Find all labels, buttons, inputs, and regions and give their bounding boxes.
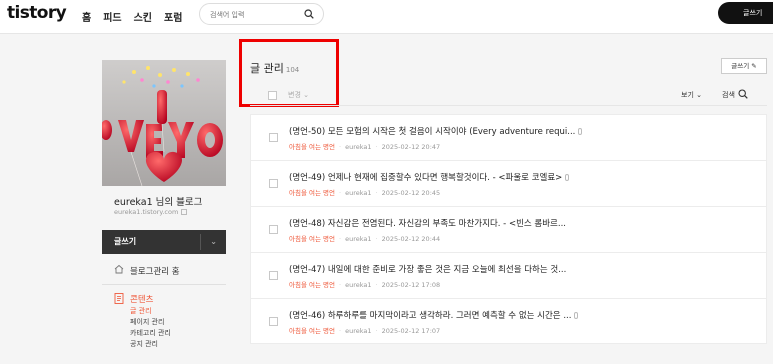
post-date: 2025-02-12 20:47	[381, 143, 441, 151]
view-dropdown[interactable]: 보기 ⌄	[681, 90, 702, 100]
list-item: (명언-48) 자신감은 전염된다. 자신감의 부족도 마찬가지다. - <빈스…	[250, 206, 767, 252]
nav-feed[interactable]: 피드	[103, 9, 121, 24]
change-dropdown[interactable]: 변경 ⌄	[288, 90, 309, 100]
post-title-text[interactable]: (명언-50) 모든 모험의 시작은 첫 걸음이 시작이야 (Every adv…	[289, 127, 575, 137]
search-toggle[interactable]: 검색	[722, 90, 735, 100]
post-date: 2025-02-12 17:08	[381, 281, 441, 289]
write-button[interactable]: 글쓰기 ✎	[721, 58, 767, 74]
post-author: eureka1	[345, 281, 372, 289]
chevron-down-icon[interactable]: ⌄	[210, 230, 217, 254]
view-label: 보기	[681, 91, 694, 99]
sidebar-write-label: 글쓰기	[114, 237, 137, 246]
blog-url-text[interactable]: eureka1.tistory.com	[114, 208, 178, 216]
write-post-button[interactable]: 글쓰기	[718, 2, 773, 24]
nav-home[interactable]: 홈	[82, 9, 91, 24]
change-label: 변경	[288, 91, 301, 99]
post-author: eureka1	[345, 235, 372, 243]
post-list: (명언-50) 모든 모험의 시작은 첫 걸음이 시작이야 (Every adv…	[250, 114, 767, 344]
post-category[interactable]: 아침을 여는 명언	[289, 143, 335, 151]
post-title[interactable]: (명언-50) 모든 모험의 시작은 첫 걸음이 시작이야 (Every adv…	[289, 125, 583, 137]
sidebar-item-label: 콘텐츠	[130, 295, 154, 305]
post-meta: 아침을 여는 명언 · eureka1 · 2025-02-12 20:47	[289, 143, 441, 151]
top-nav: 홈 피드 스킨 포럼	[82, 9, 182, 24]
document-icon	[114, 293, 124, 304]
write-button-label: 글쓰기	[731, 62, 750, 70]
attachment-icon	[565, 174, 570, 181]
post-meta: 아침을 여는 명언 · eureka1 · 2025-02-12 20:45	[289, 189, 441, 197]
post-author: eureka1	[345, 143, 372, 151]
top-bar: tistory 홈 피드 스킨 포럼 글쓰기	[0, 0, 773, 34]
divider	[200, 234, 201, 250]
chevron-down-icon: ⌄	[303, 91, 309, 99]
blog-name[interactable]: eureka1 님의 블로그	[114, 194, 202, 208]
post-date: 2025-02-12 20:45	[381, 189, 441, 197]
post-title[interactable]: (명언-48) 자신감은 전염된다. 자신감의 부족도 마찬가지다. - <빈스…	[289, 217, 566, 229]
post-title[interactable]: (명언-49) 언제나 현재에 집중할수 있다면 행복할것이다. - <파울로 …	[289, 171, 570, 183]
blog-url[interactable]: eureka1.tistory.com	[114, 208, 188, 216]
list-item: (명언-47) 내일에 대한 준비로 가장 좋은 것은 지금 오늘에 최선을 다…	[250, 252, 767, 298]
post-title-text[interactable]: (명언-49) 언제나 현재에 집중할수 있다면 행복할것이다. - <파울로 …	[289, 173, 562, 183]
sidebar-subitem-notice-manage[interactable]: 공지 관리	[102, 339, 226, 350]
post-checkbox[interactable]	[269, 317, 278, 326]
post-category[interactable]: 아침을 여는 명언	[289, 189, 335, 197]
nav-skin[interactable]: 스킨	[134, 9, 152, 24]
attachment-icon	[578, 128, 583, 135]
post-checkbox[interactable]	[269, 179, 278, 188]
sidebar-subitem-page-manage[interactable]: 페이지 관리	[102, 317, 226, 328]
external-link-icon[interactable]	[181, 209, 188, 215]
list-item: (명언-50) 모든 모험의 시작은 첫 걸음이 시작이야 (Every adv…	[250, 114, 767, 160]
profile-image	[102, 60, 226, 186]
post-author: eureka1	[345, 327, 372, 335]
post-category[interactable]: 아침을 여는 명언	[289, 235, 335, 243]
post-date: 2025-02-12 20:44	[381, 235, 441, 243]
post-date: 2025-02-12 17:07	[381, 327, 441, 335]
list-toolbar: 변경 ⌄ 보기 ⌄ 검색	[250, 84, 767, 106]
chevron-down-icon: ⌄	[696, 91, 702, 99]
post-title-text[interactable]: (명언-46) 하루하루를 마지막이라고 생각하라. 그러면 예측할 수 없는 …	[289, 311, 571, 321]
post-category[interactable]: 아침을 여는 명언	[289, 281, 335, 289]
post-title[interactable]: (명언-47) 내일에 대한 준비로 가장 좋은 것은 지금 오늘에 최선을 다…	[289, 263, 566, 275]
post-title-text[interactable]: (명언-47) 내일에 대한 준비로 가장 좋은 것은 지금 오늘에 최선을 다…	[289, 265, 566, 275]
sidebar-subitem-post-manage[interactable]: 글 관리	[102, 306, 226, 317]
tistory-logo[interactable]: tistory	[7, 3, 67, 23]
post-author: eureka1	[345, 189, 372, 197]
sidebar-item-contents[interactable]: 콘텐츠	[102, 290, 226, 306]
home-icon	[114, 264, 124, 274]
attachment-icon	[574, 312, 579, 319]
post-meta: 아침을 여는 명언 · eureka1 · 2025-02-12 17:08	[289, 281, 441, 289]
post-meta: 아침을 여는 명언 · eureka1 · 2025-02-12 17:07	[289, 327, 441, 335]
search-box	[199, 3, 324, 25]
pencil-icon: ✎	[751, 62, 757, 70]
post-title-text[interactable]: (명언-48) 자신감은 전염된다. 자신감의 부족도 마찬가지다. - <빈스…	[289, 219, 566, 229]
list-item: (명언-46) 하루하루를 마지막이라고 생각하라. 그러면 예측할 수 없는 …	[250, 298, 767, 344]
search-icon[interactable]	[304, 9, 314, 19]
post-meta: 아침을 여는 명언 · eureka1 · 2025-02-12 20:44	[289, 235, 441, 243]
post-checkbox[interactable]	[269, 225, 278, 234]
select-all-checkbox[interactable]	[268, 91, 277, 100]
sidebar-write-button[interactable]: 글쓰기 ⌄	[102, 230, 226, 254]
nav-forum[interactable]: 포럼	[164, 9, 182, 24]
post-checkbox[interactable]	[269, 271, 278, 280]
sidebar-item-home[interactable]: 블로그관리 홈	[102, 262, 226, 280]
sidebar-section-contents: 콘텐츠 글 관리 페이지 관리 카테고리 관리 공지 관리	[102, 290, 226, 350]
search-input[interactable]	[210, 8, 300, 21]
post-title[interactable]: (명언-46) 하루하루를 마지막이라고 생각하라. 그러면 예측할 수 없는 …	[289, 309, 579, 321]
sidebar-item-label: 블로그관리 홈	[130, 267, 180, 277]
search-icon[interactable]	[738, 89, 748, 99]
post-checkbox[interactable]	[269, 133, 278, 142]
sidebar-subitem-category-manage[interactable]: 카테고리 관리	[102, 328, 226, 339]
post-category[interactable]: 아침을 여는 명언	[289, 327, 335, 335]
divider	[102, 284, 226, 285]
list-item: (명언-49) 언제나 현재에 집중할수 있다면 행복할것이다. - <파울로 …	[250, 160, 767, 206]
